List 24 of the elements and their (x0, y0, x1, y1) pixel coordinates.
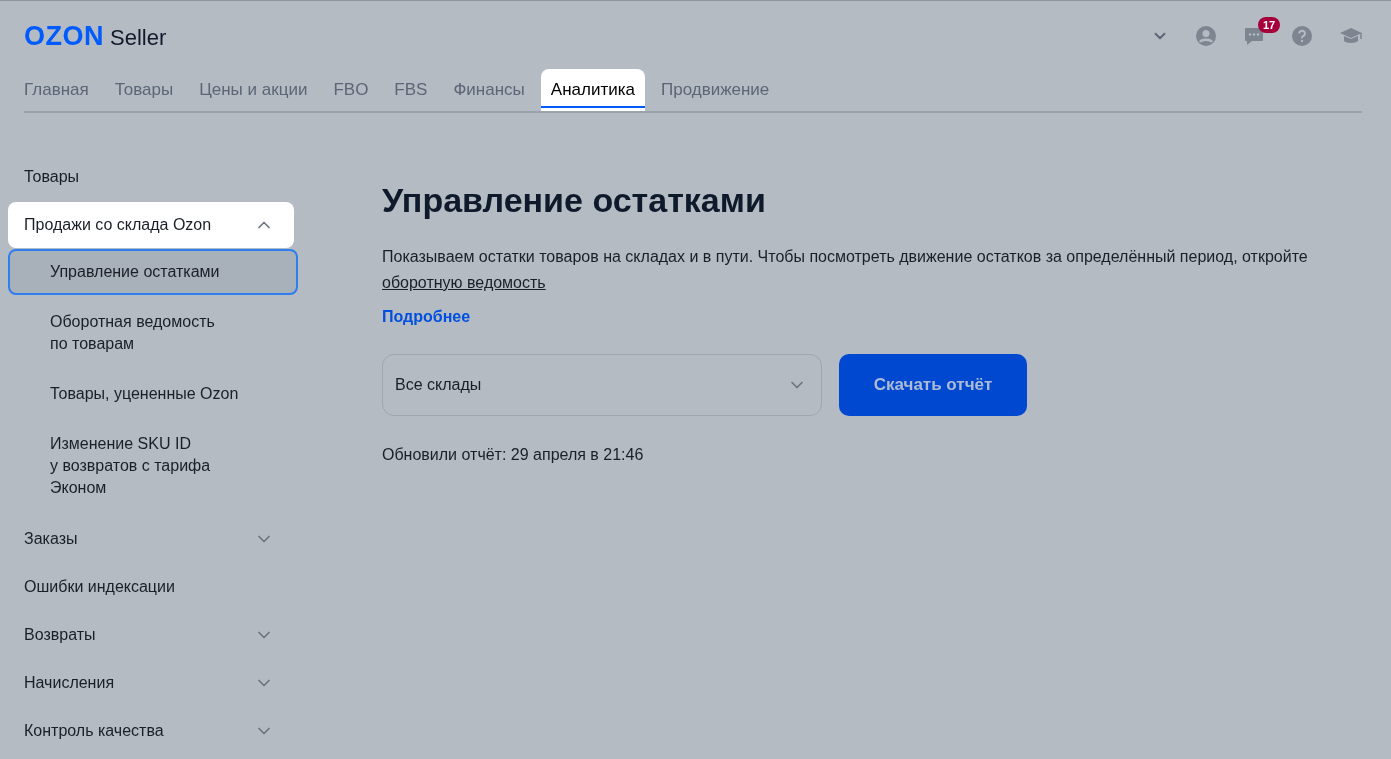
sidebar-item[interactable]: Возвраты (8, 612, 294, 658)
chat-icon[interactable] (1243, 25, 1265, 47)
sidebar-item[interactable]: Контроль качества (8, 708, 294, 754)
sidebar-item[interactable]: Начисления (8, 660, 294, 706)
sidebar-item[interactable]: Товары (8, 154, 294, 200)
description-text: Показываем остатки товаров на складах и в пути. Чтобы посмотреть движение остатков за определённый период, откройте оборотную ведомость (382, 247, 1309, 293)
sidebar-item[interactable]: Продажи со склада Ozon (8, 202, 294, 248)
help-icon[interactable] (1291, 25, 1313, 47)
warehouse-select[interactable]: Все склады (382, 354, 822, 416)
graduation-cap-icon[interactable] (1339, 26, 1363, 46)
turnover-report-link[interactable]: оборотную ведомость (382, 274, 546, 291)
download-report-button[interactable]: Скачать отчёт (839, 354, 1027, 416)
sidebar-item[interactable]: Ошибки индексации (8, 564, 294, 610)
logo-subtitle: Seller (110, 24, 167, 51)
sidebar-subitem[interactable]: Изменение SKU ID у возвратов с тарифа Эконом (8, 421, 298, 511)
sidebar-subitem[interactable]: Оборотная ведомость по товарам (8, 299, 298, 367)
user-icon[interactable] (1195, 25, 1217, 47)
sidebar-item[interactable]: Заказы (8, 516, 294, 562)
sidebar-subitem[interactable]: Товары, уцененные Ozon (8, 371, 298, 417)
updated-text: Обновили отчёт: 29 апреля в 21:46 (382, 446, 645, 464)
page-title: Управление остатками (382, 181, 767, 220)
sidebar-subitem[interactable]: Управление остатками (8, 249, 298, 295)
nav-tab[interactable]: Аналитика (540, 69, 645, 111)
notification-badge: 17 (1258, 17, 1281, 33)
